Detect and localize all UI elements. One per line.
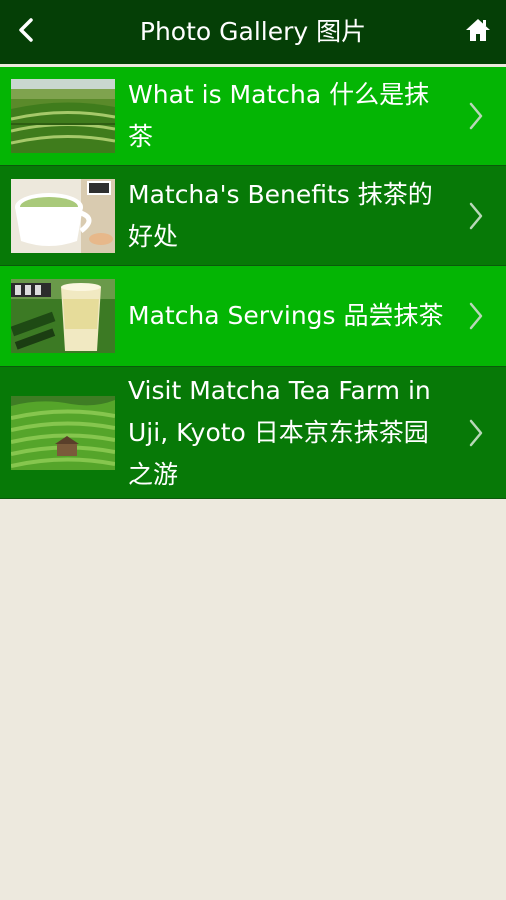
chevron-right-icon	[464, 296, 488, 336]
iced-matcha-drink-photo	[11, 279, 115, 353]
gallery-item-label: Visit Matcha Tea Farm in Uji, Kyoto 日本京东…	[128, 375, 431, 489]
gallery-item-label: Matcha Servings 品尝抹茶	[128, 301, 444, 330]
gallery-item-what-is-matcha[interactable]: What is Matcha 什么是抹茶	[0, 67, 506, 166]
tea-field-photo	[11, 79, 115, 153]
chevron-right-icon	[464, 96, 488, 136]
chevron-right-icon	[464, 196, 488, 236]
uji-tea-farm-photo	[11, 395, 115, 470]
gallery-item-matcha-servings[interactable]: Matcha Servings 品尝抹茶	[0, 266, 506, 367]
chevron-right-icon	[464, 413, 488, 453]
back-button[interactable]	[6, 12, 46, 52]
matcha-latte-cup-photo	[11, 178, 115, 253]
home-icon	[464, 17, 492, 47]
home-button[interactable]	[458, 12, 498, 52]
gallery-item-matcha-benefits[interactable]: Matcha's Benefits 抹茶的好处	[0, 166, 506, 266]
gallery-item-uji-tea-farm[interactable]: Visit Matcha Tea Farm in Uji, Kyoto 日本京东…	[0, 367, 506, 499]
gallery-list: What is Matcha 什么是抹茶 Matcha's Benefits 抹…	[0, 67, 506, 499]
gallery-item-label: Matcha's Benefits 抹茶的好处	[128, 179, 433, 251]
page-title: Photo Gallery 图片	[139, 17, 367, 46]
top-app-bar: Photo Gallery 图片	[0, 0, 506, 64]
chevron-left-icon	[17, 17, 35, 47]
gallery-item-label: What is Matcha 什么是抹茶	[128, 80, 430, 151]
